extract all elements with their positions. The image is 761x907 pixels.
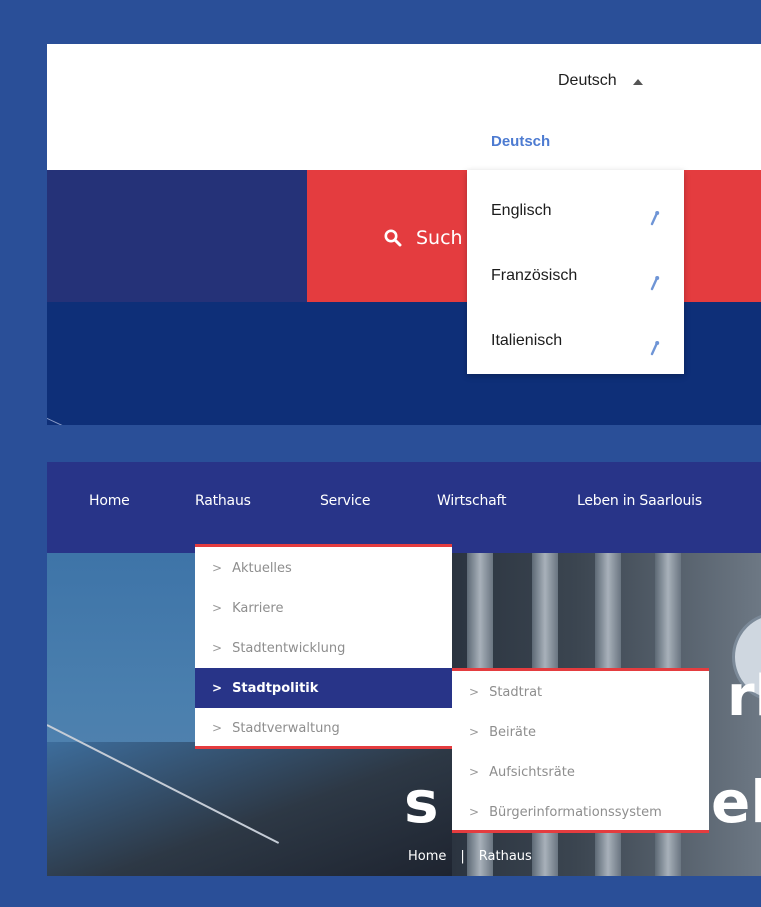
submenu-item-stadtpolitik[interactable]: > Stadtpolitik [195,668,452,708]
submenu-item-karriere[interactable]: > Karriere [195,588,452,628]
submenu-item-stadtverwaltung[interactable]: > Stadtverwaltung [195,708,452,748]
chevron-right-icon: > [212,561,223,575]
search-icon [384,229,402,247]
external-link-icon [650,276,660,291]
external-link-icon [650,211,660,226]
language-option-englisch[interactable]: Englisch [491,199,661,226]
submenu-item-label: Beiräte [489,724,536,740]
language-option-label: Italienisch [491,332,563,349]
external-link-icon [650,341,660,356]
submenu-item-label: Stadtverwaltung [232,720,340,736]
language-option-label: Englisch [491,202,552,219]
submenu-item-beiraete[interactable]: > Beiräte [452,712,709,752]
header-white-bar [47,44,761,170]
hero-title-fragment: s [404,768,439,836]
breadcrumb-home[interactable]: Home [408,849,446,864]
nav-item-service[interactable]: Service [320,493,371,509]
language-current: Deutsch [558,72,617,89]
submenu-item-stadtentwicklung[interactable]: > Stadtentwicklung [195,628,452,668]
submenu-item-stadtrat[interactable]: > Stadtrat [452,672,709,712]
nav-item-home[interactable]: Home [89,493,130,509]
submenu-stadtpolitik: > Stadtrat > Beiräte > Aufsichtsräte > B… [452,668,709,833]
chevron-right-icon: > [469,765,480,779]
navigation-screenshot: rl s eb Home | Rathaus Home Rathaus Serv… [47,462,761,876]
language-option-franzoesisch[interactable]: Französisch [491,264,661,291]
chevron-right-icon: > [469,725,480,739]
chevron-right-icon: > [212,721,223,735]
hero-title-fragment: rl [727,664,761,729]
search-button[interactable]: Such [384,220,463,256]
breadcrumb-separator: | [460,849,465,864]
breadcrumb-rathaus[interactable]: Rathaus [479,849,532,864]
main-navigation: Home Rathaus Service Wirtschaft Leben in… [47,462,761,553]
language-header-screenshot: Deutsch Such Deutsch Englisch Französisc… [47,44,761,425]
submenu-item-aktuelles[interactable]: > Aktuelles [195,548,452,588]
submenu-item-buergerinformationssystem[interactable]: > Bürgerinformationssystem [452,792,709,832]
submenu-rathaus: > Aktuelles > Karriere > Stadtentwicklun… [195,544,452,749]
submenu-item-label: Stadtpolitik [232,680,319,696]
submenu-item-label: Stadtrat [489,684,543,700]
header-band-left [47,170,307,302]
submenu-item-label: Stadtentwicklung [232,640,346,656]
chevron-right-icon: > [469,805,480,819]
language-toggle[interactable]: Deutsch [558,69,643,93]
language-option-label: Französisch [491,267,578,284]
submenu-item-label: Bürgerinformationssystem [489,804,662,820]
chevron-right-icon: > [212,601,223,615]
breadcrumb: Home | Rathaus [408,849,532,864]
submenu-item-aufsichtsraete[interactable]: > Aufsichtsräte [452,752,709,792]
submenu-item-label: Aufsichtsräte [489,764,575,780]
hero-image-roof [47,742,452,876]
chevron-right-icon: > [212,681,223,695]
chevron-right-icon: > [469,685,480,699]
caret-up-icon [632,79,643,85]
nav-item-leben-in-saarlouis[interactable]: Leben in Saarlouis [577,493,702,509]
language-option-italienisch[interactable]: Italienisch [491,329,661,356]
search-label: Such [416,227,463,249]
chevron-right-icon: > [212,641,223,655]
nav-item-rathaus[interactable]: Rathaus [195,493,251,509]
nav-item-wirtschaft[interactable]: Wirtschaft [437,493,506,509]
hero-title-fragment: eb [711,768,761,836]
language-option-deutsch[interactable]: Deutsch [491,133,550,150]
submenu-item-label: Aktuelles [232,560,292,576]
submenu-item-label: Karriere [232,600,284,616]
